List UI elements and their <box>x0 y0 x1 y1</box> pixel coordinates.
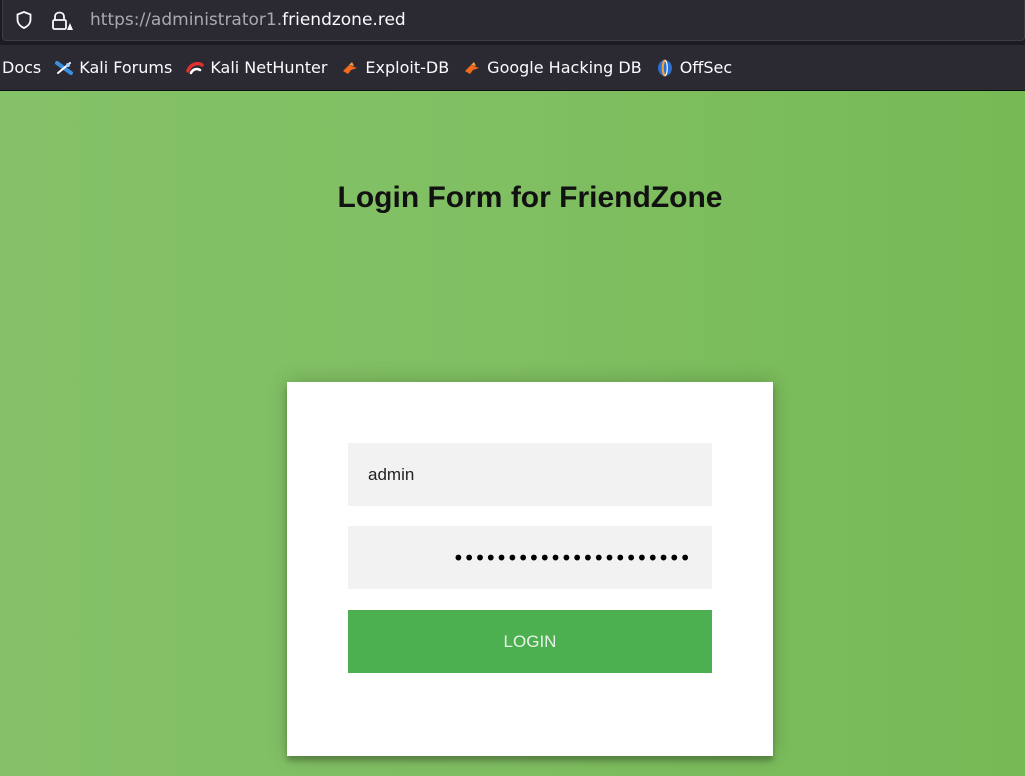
kali-nethunter-icon <box>186 61 205 74</box>
bookmark-label: Kali NetHunter <box>210 58 328 77</box>
login-form-card: admin •••••••••••••••••••••• LOGIN <box>287 382 773 756</box>
lock-warning-icon[interactable] <box>51 11 73 31</box>
bookmark-kali-nethunter[interactable]: Kali NetHunter <box>186 54 327 82</box>
page-title: Login Form for FriendZone <box>337 181 723 214</box>
kali-forums-icon <box>55 60 74 75</box>
google-hacking-db-icon <box>465 61 480 74</box>
bookmark-label: Google Hacking DB <box>487 58 642 77</box>
login-button[interactable]: LOGIN <box>348 610 712 673</box>
username-input[interactable]: admin <box>348 443 712 506</box>
bookmark-google-hacking-db[interactable]: Google Hacking DB <box>463 54 642 82</box>
bookmark-docs[interactable]: Docs <box>2 54 41 82</box>
bookmark-label: Kali Forums <box>79 58 173 77</box>
password-input[interactable]: •••••••••••••••••••••• <box>348 526 712 589</box>
url-bar[interactable]: https://administrator1.friendzone.red <box>2 0 1025 41</box>
bookmark-label: OffSec <box>679 58 733 77</box>
bookmark-label: Exploit-DB <box>365 58 450 77</box>
url-domain: friendzone.red <box>282 10 406 30</box>
browser-toolbar: https://administrator1.friendzone.red <box>0 0 1025 45</box>
shield-icon[interactable] <box>16 11 32 29</box>
bookmark-exploit-db[interactable]: Exploit-DB <box>341 54 449 82</box>
offsec-icon <box>657 58 672 77</box>
url-text: https://administrator1.friendzone.red <box>90 9 406 31</box>
password-mask: •••••••••••••••••••••• <box>452 545 691 570</box>
bookmark-label: Docs <box>2 58 42 77</box>
url-prefix: https://administrator1. <box>90 10 283 30</box>
bookmarks-toolbar: Docs Kali Forums Kali NetHunter Exploit-… <box>0 45 1025 91</box>
bookmark-kali-forums[interactable]: Kali Forums <box>55 54 172 82</box>
bookmark-offsec[interactable]: OffSec <box>656 54 732 82</box>
exploit-db-icon <box>343 61 358 74</box>
page-content: Login Form for FriendZone admin ••••••••… <box>0 91 1025 776</box>
